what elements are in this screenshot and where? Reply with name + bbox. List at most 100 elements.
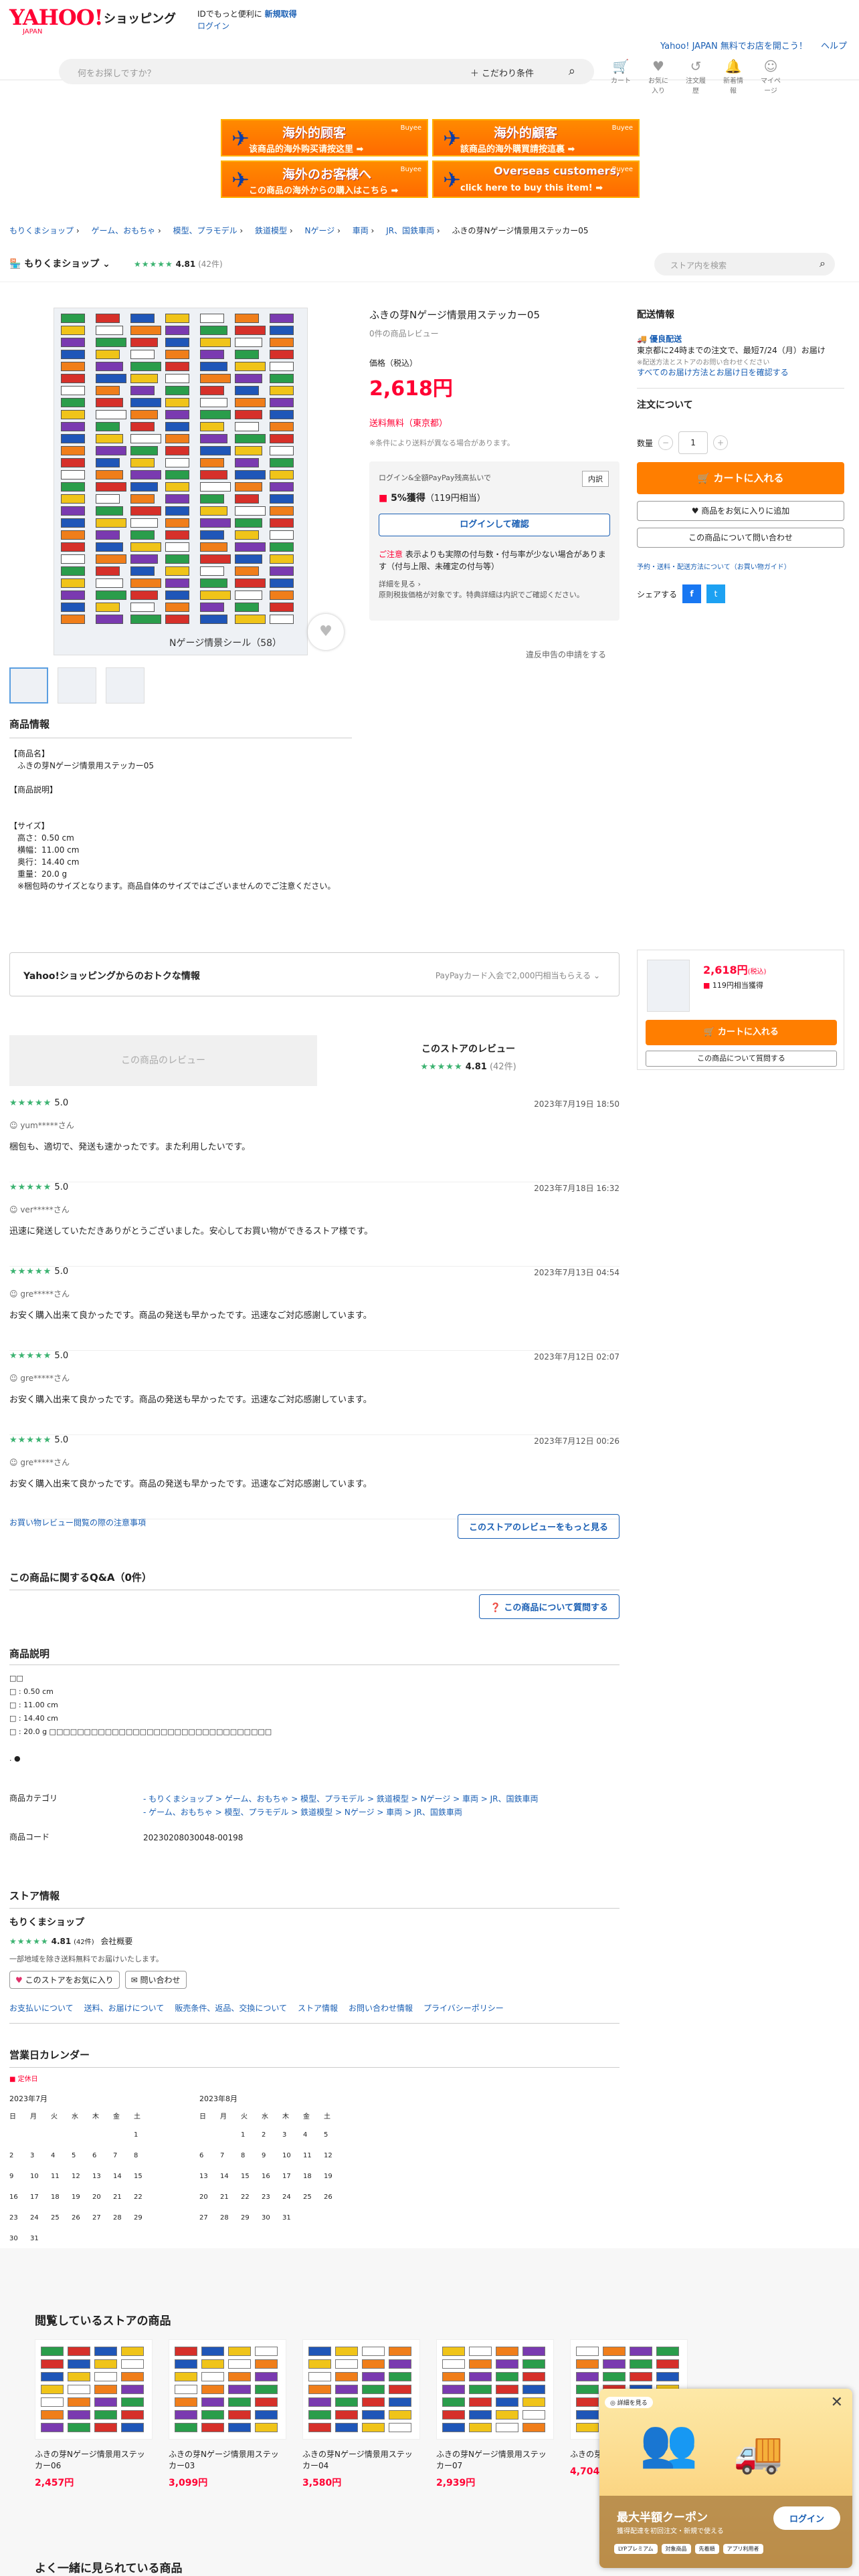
recent-product-image[interactable] xyxy=(169,2339,286,2440)
banner-jp[interactable]: ✈ Buyee 海外のお客様へ この商品の海外からの購入はこちら ➡ xyxy=(221,160,428,198)
login-link[interactable]: ログイン xyxy=(197,21,229,31)
banner-tw[interactable]: ✈ Buyee 海外的顧客 該商品的海外購買請按這裏 ➡ xyxy=(432,119,640,156)
tab-product-reviews[interactable]: この商品のレビュー xyxy=(9,1035,317,1086)
sticky-ask-button[interactable]: この商品について質問する xyxy=(646,1051,837,1067)
category-path[interactable]: - ゲーム、おもちゃ > 模型、プラモデル > 鉄道模型 > Nゲージ > 車両… xyxy=(143,1808,462,1817)
favorite-heart-button[interactable]: ♥ xyxy=(308,614,344,650)
notify-nav[interactable]: 🔔 新着情報 xyxy=(721,58,745,95)
store-name[interactable]: もりくまショップ xyxy=(9,1915,619,1929)
yahoo-logo[interactable]: YAHOO! JAPAN xyxy=(9,7,104,35)
detail-link[interactable]: 詳細を見る xyxy=(379,580,415,588)
recent-product-card[interactable]: ふきの芽Nゲージ情景用ステッカー04 3,580円 xyxy=(302,2339,420,2489)
recent-product-card[interactable]: ふきの芽Nゲージ情景用ステッカー03 3,099円 xyxy=(169,2339,286,2489)
point-breakdown-button[interactable]: 内訳 xyxy=(582,471,609,487)
more-reviews-button[interactable]: このストアのレビューをもっと見る xyxy=(457,1514,619,1539)
product-image[interactable]: Nゲージ情景シール（58） xyxy=(54,308,308,655)
store-info-link[interactable]: お支払いについて xyxy=(9,2004,74,2013)
sticker xyxy=(270,566,294,576)
plus-button[interactable]: + xyxy=(713,435,729,450)
coupon-login-button[interactable]: ログイン xyxy=(773,2506,840,2530)
history-nav[interactable]: ↺ 注文履歴 xyxy=(684,58,708,95)
facebook-icon[interactable]: f xyxy=(682,584,702,603)
category-path[interactable]: - もりくまショップ > ゲーム、おもちゃ > 模型、プラモデル > 鉄道模型 … xyxy=(143,1794,539,1804)
recent-product-image[interactable] xyxy=(302,2339,420,2440)
shopping-title[interactable]: ショッピング xyxy=(104,9,176,27)
breadcrumb-item[interactable]: Nゲージ xyxy=(305,226,335,235)
contact-button[interactable]: ✉ 問い合わせ xyxy=(124,1971,187,1989)
banner-cn[interactable]: ✈ Buyee 海外的顾客 该商品的海外购买请按这里 ➡ xyxy=(221,119,428,156)
calendar-day: 26 xyxy=(72,2214,80,2222)
add-favorite-button[interactable]: ♥ 商品をお気に入りに追加 xyxy=(637,501,844,521)
login-confirm-button[interactable]: ログインして確認 xyxy=(379,514,610,536)
breadcrumb-item[interactable]: 鉄道模型 xyxy=(255,226,287,235)
calendar-day: 30 xyxy=(262,2214,270,2222)
delivery-all-link[interactable]: すべてのお届け方法とお届け日を確認する xyxy=(637,368,789,377)
twitter-icon[interactable]: t xyxy=(706,584,726,603)
ask-question-button[interactable]: ❓ この商品について質問する xyxy=(478,1594,619,1619)
store-name-link[interactable]: 🏪 もりくまショップ ⌄ xyxy=(9,257,110,270)
recent-product-card[interactable]: ふきの芽Nゲージ情景用ステッカー07 2,939円 xyxy=(436,2339,554,2489)
breadcrumb-item[interactable]: JR、国鉄車両 xyxy=(386,226,434,235)
store-info-link[interactable]: ストア情報 xyxy=(298,2004,338,2013)
sticker xyxy=(255,2372,278,2381)
register-link[interactable]: 新規取得 xyxy=(265,9,297,19)
store-info-link[interactable]: 送料、お届けについて xyxy=(84,2004,165,2013)
store-info-link[interactable]: プライバシーポリシー xyxy=(423,2004,504,2013)
store-rating[interactable]: ★★★★★ 4.81 (42件) xyxy=(134,258,223,270)
report-link[interactable]: 違反申告の申請をする xyxy=(526,649,606,660)
banner-en[interactable]: ✈ Buyee Overseas customers, click here to b… xyxy=(432,160,640,198)
breadcrumb-item[interactable]: ゲーム、おもちゃ xyxy=(91,226,155,235)
store-info-link[interactable]: 販売条件、返品、交換について xyxy=(175,2004,287,2013)
calendar-day: 8 xyxy=(241,2152,246,2159)
review-caution-link[interactable]: お買い物レビュー閲覧の際の注意事項 xyxy=(9,1517,146,1528)
thumbnail[interactable] xyxy=(106,667,145,704)
recent-product-card[interactable]: ふきの芽Nゲージ情景用ステッカー06 2,457円 xyxy=(35,2339,153,2489)
header-icons: 🛒 カート ♥ お気に入り ↺ 注文履歴 🔔 新着情報 ☺ マイページ xyxy=(609,58,783,95)
search-input[interactable]: 何をお探しですか？ xyxy=(78,66,156,79)
help-link[interactable]: ヘルプ xyxy=(821,41,847,51)
thumbnail[interactable] xyxy=(9,667,48,704)
qty-input[interactable]: 1 xyxy=(678,431,708,454)
sticky-cart-label: カートに入れる xyxy=(717,1027,779,1037)
calendar-day: 1 xyxy=(241,2131,246,2139)
thumbnail-strip xyxy=(9,667,145,704)
deals-box[interactable]: Yahoo!ショッピングからのおトクな情報 PayPayカード入会で2,000円… xyxy=(9,952,619,996)
search-bar[interactable]: 何をお探しですか？ ＋ こだわり条件 ⌕ xyxy=(59,59,594,84)
sticker xyxy=(308,2347,331,2356)
minus-button[interactable]: − xyxy=(658,435,674,450)
breadcrumb-item[interactable]: 模型、プラモデル xyxy=(173,226,237,235)
store-search[interactable]: ストア内を検索 ⌕ xyxy=(654,253,835,276)
sticker xyxy=(270,470,294,479)
recent-product-image[interactable] xyxy=(35,2339,153,2440)
sticky-cart-button[interactable]: 🛒 カートに入れる xyxy=(646,1020,837,1045)
sticker xyxy=(270,374,294,383)
thumbnail[interactable] xyxy=(58,667,96,704)
sticker xyxy=(165,542,189,552)
deals-expand[interactable]: PayPayカード入会で2,000円相当もらえる ⌄ xyxy=(436,970,600,981)
coupon-detail-link[interactable]: ◎ 詳細を見る xyxy=(605,2397,653,2408)
recent-product-image[interactable] xyxy=(436,2339,554,2440)
mypage-nav[interactable]: ☺ マイページ xyxy=(759,58,783,95)
inquiry-button[interactable]: この商品について問い合わせ xyxy=(637,528,844,548)
favorite-store-button[interactable]: ♥ このストアをお気に入り xyxy=(9,1971,120,1989)
breadcrumb-item[interactable]: もりくまショップ xyxy=(9,226,74,235)
cart-nav[interactable]: 🛒 カート xyxy=(609,58,633,95)
guide-link[interactable]: 予約・送料・配送方法について（お買い物ガイド） xyxy=(637,564,791,571)
breadcrumb-item[interactable]: 車両 xyxy=(353,226,369,235)
store-notice: 一部地域を除き送料無料でお届けいたします。 xyxy=(9,1955,163,1963)
company-link[interactable]: 会社概要 xyxy=(100,1937,132,1946)
add-to-cart-button[interactable]: 🛒 カートに入れる xyxy=(637,462,844,494)
favorites-nav[interactable]: ♥ お気に入り xyxy=(646,58,670,95)
close-icon[interactable]: ✕ xyxy=(831,2394,843,2411)
store-info-link[interactable]: お問い合わせ情報 xyxy=(349,2004,413,2013)
search-icon[interactable]: ⌕ xyxy=(569,64,575,78)
review-count-link[interactable]: 0件の商品レビュー xyxy=(369,328,439,339)
search-icon[interactable]: ⌕ xyxy=(820,257,826,270)
store-search-input[interactable]: ストア内を検索 xyxy=(670,259,727,271)
sticker xyxy=(130,350,155,359)
review-item: ★★★★★ 5.0 2023年7月13日 04:54 ☺ gre*****さん お安く… xyxy=(9,1267,619,1351)
tab-store-reviews[interactable]: このストアのレビュー ★★★★★ 4.81 (42件) xyxy=(317,1042,619,1072)
open-store-link[interactable]: Yahoo! JAPAN 無料でお店を開こう！ xyxy=(660,41,807,51)
filter-button[interactable]: ＋ こだわり条件 xyxy=(470,66,534,79)
calendar-day xyxy=(113,2131,134,2152)
